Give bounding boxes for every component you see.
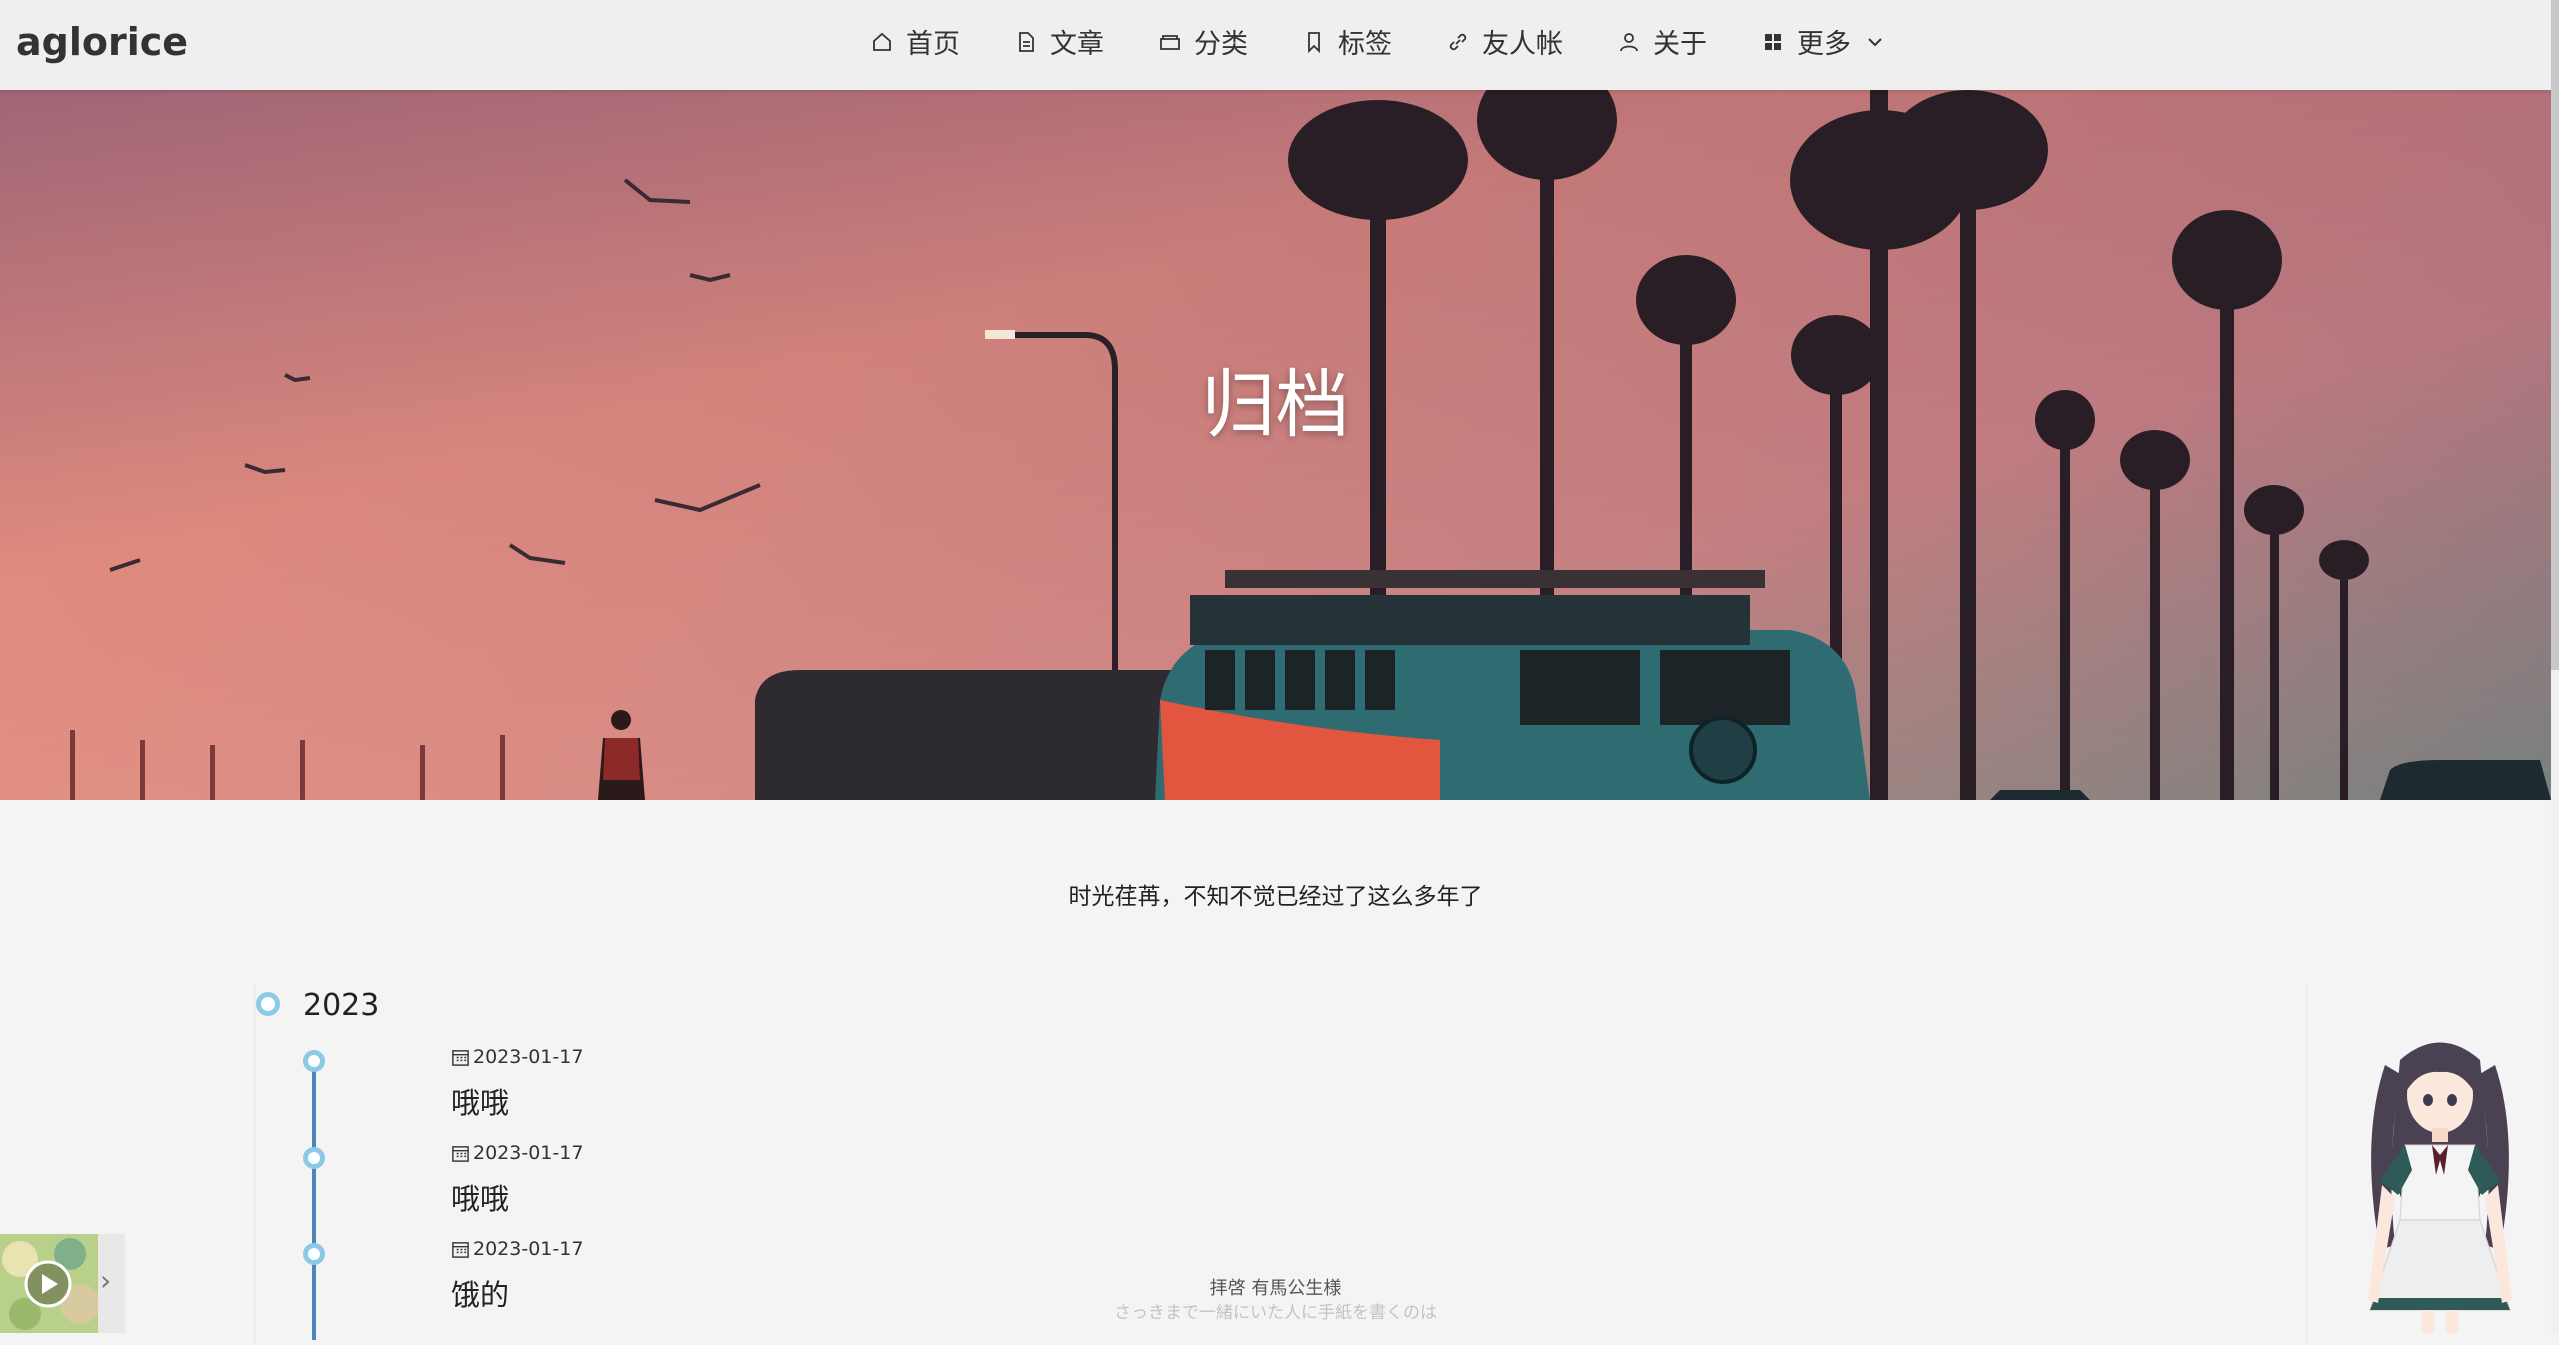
post-title-link[interactable]: 哦哦 [451,1080,509,1122]
nav-item-categories[interactable]: 分类 [1158,22,1248,61]
play-icon[interactable] [0,1234,98,1333]
nav-item-more[interactable]: 更多 [1761,22,1887,61]
nav-item-about[interactable]: 关于 [1617,22,1707,61]
post-date: 2023-01-17 [451,1238,583,1260]
timeline-dot [303,1147,325,1169]
nav-item-tags[interactable]: 标签 [1302,22,1392,61]
nav-item-friends[interactable]: 友人帐 [1446,22,1563,61]
live2d-mascot[interactable] [2340,1020,2540,1333]
grid-icon [1765,33,1781,50]
calendar-icon [452,1049,469,1066]
calendar-icon [452,1145,469,1162]
link-icon [1449,33,1467,50]
post-title-link[interactable]: 哦哦 [451,1176,509,1218]
site-brand[interactable]: aglorice [16,20,188,64]
post-date: 2023-01-17 [451,1046,583,1068]
nav-item-label: 标签 [1338,29,1392,60]
archive-year: 2023 [303,988,380,1023]
nav-item-label: 关于 [1653,29,1707,60]
nav-item-label: 首页 [906,29,960,60]
post-date: 2023-01-17 [451,1142,583,1164]
calendar-icon [452,1241,469,1258]
footer-quote-line: 拝啓 有馬公生様 [1209,1278,1342,1299]
document-icon [1019,31,1034,52]
nav-menu: 首页 文章 分类 标签 友人帐 关于 更多 [870,22,1887,61]
timeline-dot [303,1050,325,1072]
home-icon [873,32,891,51]
top-navbar: aglorice 首页 文章 分类 标签 友人帐 关于 更多 [0,0,2551,90]
music-player-widget: › [0,1234,125,1333]
footer-quote-subline: さっきまで一緒にいた人に手紙を書くのは [1114,1303,1437,1323]
scrollbar-thumb[interactable] [2551,0,2559,670]
post-date-text: 2023-01-17 [473,1238,584,1260]
nav-item-home[interactable]: 首页 [870,22,960,61]
nav-item-label: 友人帐 [1482,29,1563,60]
year-marker-dot [256,992,280,1016]
post-date-text: 2023-01-17 [473,1142,584,1164]
post-date-text: 2023-01-17 [473,1046,584,1068]
page-title: 归档 [1201,362,1350,448]
hero-banner: 归档 [0,90,2551,800]
album-cover[interactable] [0,1234,98,1333]
bookmark-icon [1308,31,1320,53]
nav-item-articles[interactable]: 文章 [1014,22,1104,61]
chevron-right-icon[interactable]: › [100,1264,111,1297]
folder-icon [1160,34,1180,50]
page-scrollbar[interactable] [2551,0,2559,1333]
nav-item-label: 文章 [1050,29,1104,60]
chevron-down-icon [1868,37,1882,46]
nav-item-label: 分类 [1194,29,1248,60]
nav-item-label: 更多 [1797,29,1851,60]
user-icon [1620,32,1638,51]
timeline-dot [303,1243,325,1265]
page-subtitle: 时光荏苒，不知不觉已经过了这么多年了 [1068,884,1483,910]
